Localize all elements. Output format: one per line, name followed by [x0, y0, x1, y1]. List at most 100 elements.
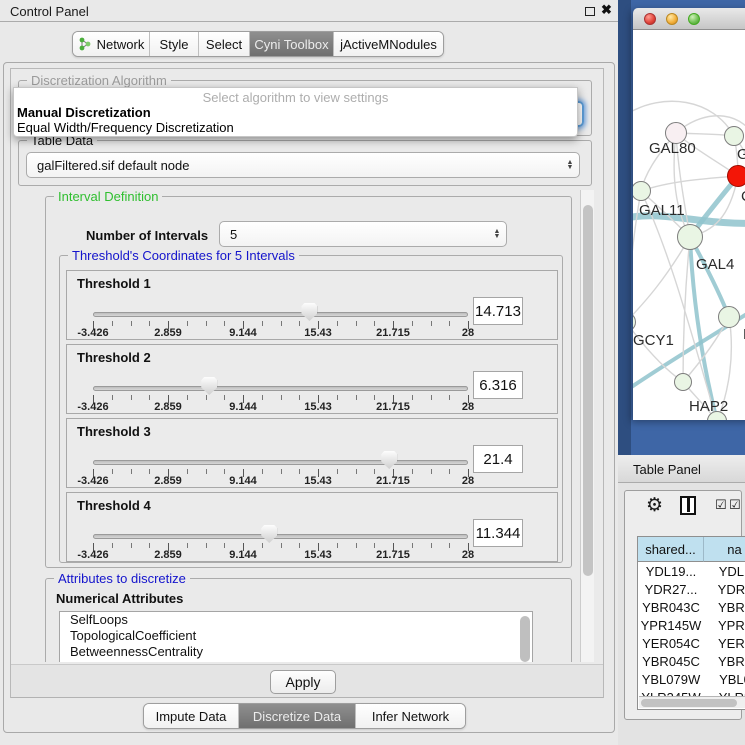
- threshold-panel: Threshold 2-3.4262.8599.14415.4321.71528…: [66, 344, 558, 414]
- slider-tick-label: 15.43: [304, 327, 332, 339]
- close-traffic-light[interactable]: [644, 13, 656, 25]
- number-of-intervals-spinner[interactable]: 5 ▲▼: [219, 221, 507, 247]
- dropdown-hint-option[interactable]: Select algorithm to view settings: [14, 90, 577, 105]
- node-hap2[interactable]: [674, 373, 692, 391]
- node-top-right[interactable]: [724, 126, 744, 146]
- apply-button[interactable]: Apply: [270, 670, 336, 694]
- table-row[interactable]: YER054CYER0: [638, 634, 745, 652]
- vertical-scrollbar[interactable]: [580, 190, 594, 662]
- slider-tick-label: 21.715: [376, 401, 410, 413]
- slider-tick: [206, 543, 207, 548]
- slider-tick: [356, 543, 357, 548]
- scrollbar-thumb[interactable]: [583, 205, 593, 576]
- slider-tick: [131, 469, 132, 474]
- table-data-combobox[interactable]: galFiltered.sif default node ▲▼: [26, 152, 580, 178]
- table-row[interactable]: YBL079WYBL0: [638, 670, 745, 688]
- column-header[interactable]: na: [704, 537, 745, 562]
- columns-icon[interactable]: [680, 496, 696, 515]
- slider-tick: [131, 543, 132, 548]
- threshold-value-field[interactable]: 6.316: [473, 371, 523, 399]
- checkbox-icon[interactable]: ☑: [715, 498, 727, 513]
- table-row[interactable]: YDR27...YDR2: [638, 580, 745, 598]
- table-cell: YER054C: [638, 634, 704, 652]
- node-label: GAL4: [696, 256, 734, 273]
- slider-thumb[interactable]: [301, 303, 317, 321]
- numerical-attributes-list[interactable]: SelfLoopsTopologicalCoefficientBetweenne…: [59, 611, 533, 662]
- list-item[interactable]: TopologicalCoefficient: [60, 628, 532, 644]
- slider-tick: [187, 395, 188, 400]
- table-row[interactable]: YDL19...YDL1: [638, 562, 745, 580]
- slider-tick: [262, 469, 263, 474]
- table-cell: YBR0: [704, 598, 745, 616]
- table-cell: YDR27...: [638, 580, 704, 598]
- column-header[interactable]: shared...: [638, 537, 704, 562]
- threshold-slider-track[interactable]: [93, 386, 468, 391]
- tab-label: Select: [206, 37, 242, 52]
- tab-jactivemnodules[interactable]: jActiveMNodules: [333, 32, 443, 56]
- dropdown-option-equal-width-frequency[interactable]: Equal Width/Frequency Discretization: [17, 120, 234, 135]
- combo-arrows-icon: ▲▼: [561, 160, 579, 170]
- slider-tick: [149, 321, 150, 326]
- list-scrollbar[interactable]: [520, 616, 530, 662]
- float-window-icon[interactable]: [585, 7, 595, 16]
- threshold-value-field[interactable]: 14.713: [473, 297, 523, 325]
- tab-discretize-data[interactable]: Discretize Data: [238, 704, 355, 728]
- slider-tick: [412, 321, 413, 326]
- node-right-h[interactable]: [718, 306, 740, 328]
- gear-icon[interactable]: ⚙: [646, 494, 663, 516]
- group-title: Attributes to discretize: [54, 571, 190, 586]
- slider-tick-label: 2.859: [154, 475, 182, 487]
- table-rows: YDL19...YDL1YDR27...YDR2YBR043CYBR0YPR14…: [638, 562, 745, 710]
- threshold-label: Threshold 3: [77, 424, 151, 439]
- slider-tick-label: 15.43: [304, 549, 332, 561]
- spinner-arrows-icon[interactable]: ▲▼: [488, 229, 506, 239]
- list-item[interactable]: BetweennessCentrality: [60, 644, 532, 660]
- scrollbar-thumb[interactable]: [641, 699, 737, 707]
- node-label: GCY1: [633, 332, 674, 349]
- close-icon[interactable]: ✖: [601, 2, 612, 18]
- slider-tick: [412, 469, 413, 474]
- table-row[interactable]: YBR043CYBR0: [638, 598, 745, 616]
- dropdown-option-manual-discretization[interactable]: Manual Discretization: [17, 105, 151, 120]
- node-gal4[interactable]: [677, 224, 703, 250]
- tab-cyni-toolbox[interactable]: Cyni Toolbox: [249, 32, 333, 56]
- network-window-titlebar[interactable]: [633, 8, 745, 30]
- node-attribute-table[interactable]: shared... na YDL19...YDL1YDR27...YDR2YBR…: [637, 536, 745, 710]
- tab-network[interactable]: Network: [73, 32, 149, 56]
- slider-thumb[interactable]: [381, 451, 397, 469]
- horizontal-scrollbar[interactable]: [639, 696, 745, 708]
- slider-thumb[interactable]: [261, 525, 277, 543]
- threshold-value-field[interactable]: 21.4: [473, 445, 523, 473]
- checkbox-icon[interactable]: ☑: [729, 498, 741, 513]
- slider-tick: [431, 395, 432, 400]
- thresholds-group: Threshold's Coordinates for 5 Intervals …: [59, 255, 563, 563]
- apply-band: Apply: [11, 664, 603, 698]
- slider-tick: [299, 395, 300, 400]
- slider-thumb[interactable]: [201, 377, 217, 395]
- threshold-slider-track[interactable]: [93, 534, 468, 539]
- slider-tick: [449, 543, 450, 548]
- minimize-traffic-light[interactable]: [666, 13, 678, 25]
- zoom-traffic-light[interactable]: [688, 13, 700, 25]
- slider-tick-label: 9.144: [229, 401, 257, 413]
- table-row[interactable]: YBR045CYBR0: [638, 652, 745, 670]
- top-tab-bar: Network Style Select Cyni Toolbox jActiv…: [72, 31, 444, 57]
- threshold-slider-track[interactable]: [93, 312, 468, 317]
- threshold-label: Threshold 4: [77, 498, 151, 513]
- tab-style[interactable]: Style: [149, 32, 198, 56]
- table-cell: YBL0: [704, 670, 745, 688]
- threshold-slider-track[interactable]: [93, 460, 468, 465]
- tab-select[interactable]: Select: [198, 32, 249, 56]
- node-red[interactable]: [727, 165, 745, 187]
- slider-tick-label: 9.144: [229, 327, 257, 339]
- tab-infer-network[interactable]: Infer Network: [355, 704, 465, 728]
- tab-label: Discretize Data: [253, 709, 341, 724]
- threshold-value-field[interactable]: 11.344: [473, 519, 523, 547]
- tab-impute-data[interactable]: Impute Data: [144, 704, 238, 728]
- table-cell: YBR0: [704, 652, 745, 670]
- table-row[interactable]: YPR145WYPR1: [638, 616, 745, 634]
- list-item[interactable]: SelfLoops: [60, 612, 532, 628]
- slider-tick: [299, 469, 300, 474]
- network-canvas[interactable]: GAL80GAGAL11CGAL4HGCY1HAP2: [633, 30, 745, 420]
- slider-tick: [131, 395, 132, 400]
